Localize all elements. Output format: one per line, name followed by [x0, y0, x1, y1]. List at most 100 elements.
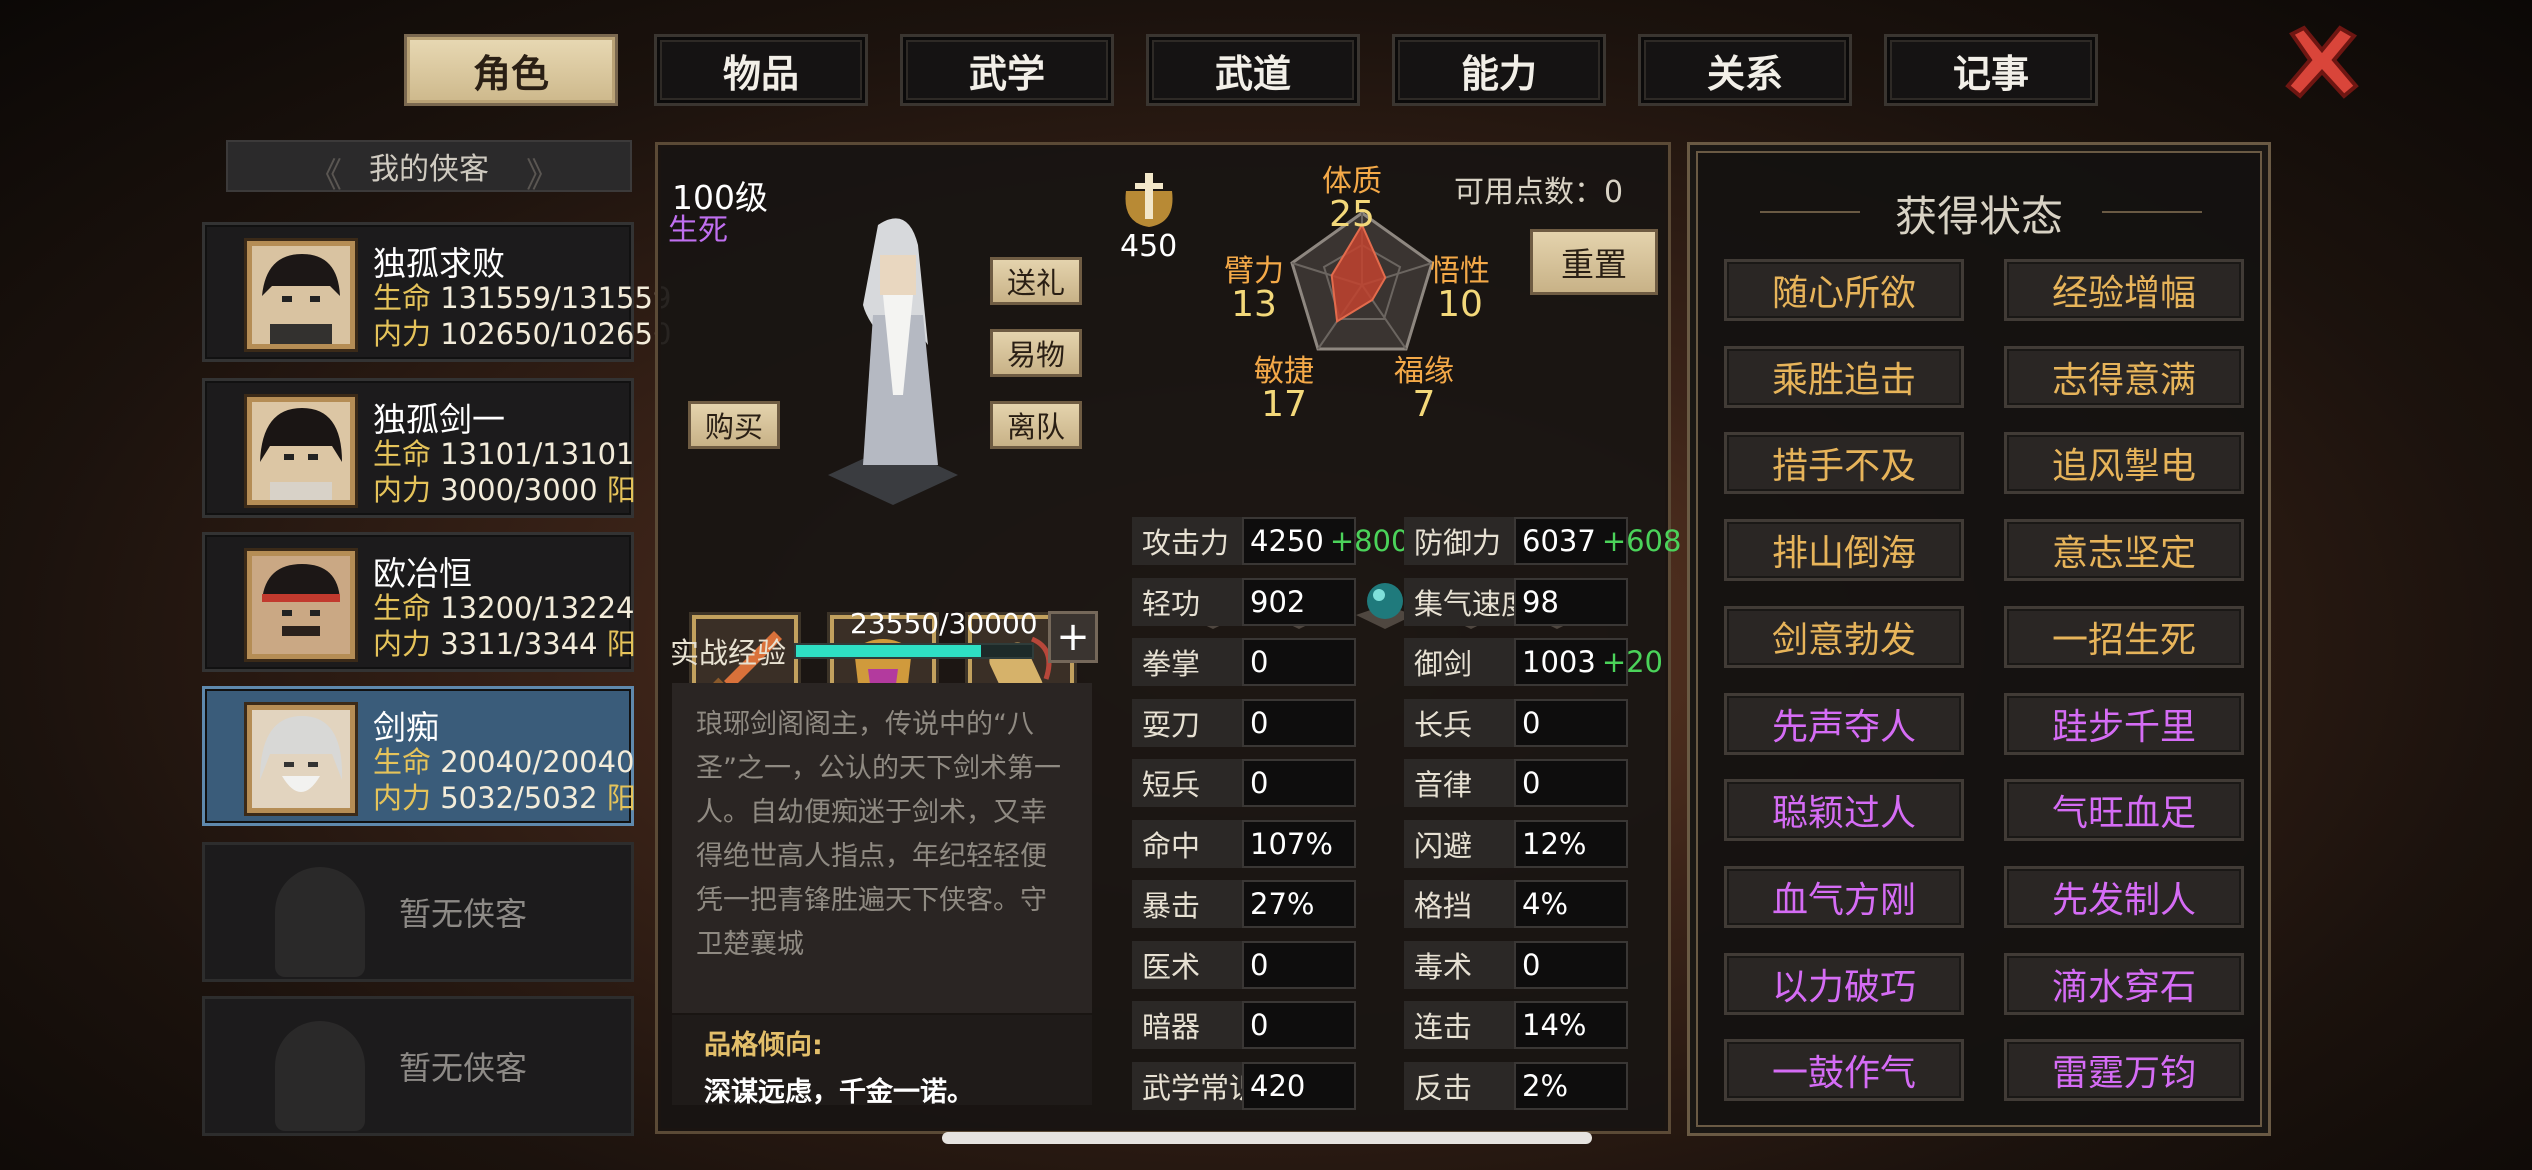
home-indicator: [942, 1132, 1592, 1144]
stat-label: 格挡: [1404, 880, 1514, 928]
tab-character[interactable]: 角色: [404, 34, 618, 106]
stat-label: 毒术: [1404, 940, 1514, 989]
empty-slot[interactable]: 暂无侠客: [202, 996, 634, 1136]
exp-bar-fill: [796, 645, 982, 657]
tab-abilities[interactable]: 能力: [1392, 34, 1606, 106]
buy-button[interactable]: 购买: [688, 401, 780, 449]
status-buff[interactable]: 经验增幅: [2004, 259, 2244, 321]
stat-row: 长兵 0: [1404, 698, 1628, 747]
status-buff[interactable]: 随心所欲: [1724, 259, 1964, 321]
status-buff[interactable]: 先发制人: [2004, 865, 2244, 928]
attr-constitution: 体质 25: [1322, 164, 1382, 235]
stat-row: 医术 0: [1132, 940, 1356, 989]
attr-agility: 敏捷 17: [1254, 354, 1314, 425]
stat-row: 武学常识 420: [1132, 1061, 1356, 1110]
status-title: 获得状态: [1894, 192, 2063, 241]
character-portrait: [828, 218, 958, 505]
stat-value: 420: [1242, 1061, 1356, 1110]
stat-value: 14%: [1514, 1001, 1628, 1049]
status-buff[interactable]: 跬步千里: [2004, 692, 2244, 755]
status-buff[interactable]: 血气方刚: [1724, 865, 1964, 928]
stat-label: 耍刀: [1132, 698, 1242, 747]
stat-row: 集气速度 98: [1404, 577, 1628, 626]
roster-header: 《 我的侠客 》: [226, 140, 632, 196]
stat-label: 长兵: [1404, 698, 1514, 747]
stat-bonus: +800: [1329, 524, 1410, 558]
hero-card[interactable]: 独孤剑一 生命 13101/13101 内力 3000/3000 阳: [202, 378, 636, 518]
empty-slot[interactable]: 暂无侠客: [202, 842, 634, 982]
stat-row: 命中 107%: [1132, 819, 1356, 868]
trait-text: 深谋远虑，千金一诺。: [704, 1077, 974, 1108]
stat-row: 御剑 1003 +20: [1404, 638, 1663, 686]
stat-label: 命中: [1132, 819, 1242, 868]
stat-value: 98: [1514, 577, 1628, 626]
hero-mp: 内力 3000/3000 阳: [373, 473, 636, 507]
reset-button[interactable]: 重置: [1530, 229, 1658, 295]
status-buff[interactable]: 滴水穿石: [2004, 952, 2244, 1015]
tab-martial-arts[interactable]: 武学: [900, 34, 1114, 106]
hero-card-selected[interactable]: 剑痴 生命 20040/20040 内力 5032/5032 阳: [202, 686, 636, 826]
status-buff[interactable]: 气旺血足: [2004, 779, 2244, 842]
stat-row: 拳掌 0: [1132, 638, 1356, 686]
hero-card[interactable]: 独孤求败 生命 131559/131559 内力 102650/102650: [202, 222, 671, 362]
realm: 生死: [668, 213, 728, 248]
stat-value: 0: [1514, 698, 1628, 747]
gift-button[interactable]: 送礼: [990, 257, 1082, 305]
status-buff[interactable]: 措手不及: [1724, 432, 1964, 495]
exp-value: 23550/30000: [850, 607, 1038, 640]
stat-value: 0: [1242, 638, 1356, 686]
status-panel: 获得状态 随心所欲 经验增幅 乘胜追击 志得意满 措手不及 追风掣电 排山倒海 意志坚定 剑意勃…: [1687, 142, 2271, 1136]
attr-luck: 福缘 7: [1394, 354, 1454, 425]
stat-label: 反击: [1404, 1061, 1514, 1110]
status-buff[interactable]: 意志坚定: [2004, 519, 2244, 582]
leave-party-button[interactable]: 离队: [990, 401, 1082, 449]
stat-row: 轻功 902: [1132, 577, 1356, 626]
tab-martial-way[interactable]: 武道: [1146, 34, 1360, 106]
stat-value: 6037 +608: [1514, 517, 1681, 565]
stat-row: 反击 2%: [1404, 1061, 1628, 1110]
stat-label: 御剑: [1404, 638, 1514, 686]
stat-label: 暴击: [1132, 880, 1242, 928]
stat-row: 短兵 0: [1132, 759, 1356, 807]
status-buff[interactable]: 以力破巧: [1724, 952, 1964, 1015]
stat-label: 闪避: [1404, 819, 1514, 868]
close-icon[interactable]: [2282, 22, 2362, 102]
stat-value: 12%: [1514, 819, 1628, 868]
silhouette-icon: [275, 1021, 365, 1131]
stat-row: 音律 0: [1404, 759, 1628, 807]
exp-bar: [794, 643, 1034, 659]
status-buff[interactable]: 剑意勃发: [1724, 605, 1964, 668]
tab-journal[interactable]: 记事: [1884, 34, 2098, 106]
tab-items[interactable]: 物品: [654, 34, 868, 106]
stat-label: 连击: [1404, 1001, 1514, 1049]
status-buff[interactable]: 一招生死: [2004, 605, 2244, 668]
avatar: [247, 705, 355, 813]
attr-strength: 臂力 13: [1224, 254, 1284, 325]
status-buff[interactable]: 先声夺人: [1724, 692, 1964, 755]
status-buff[interactable]: 志得意满: [2004, 345, 2244, 408]
add-exp-button[interactable]: +: [1048, 611, 1098, 663]
hero-card[interactable]: 欧冶恒 生命 13200/13224 内力 3311/3344 阳: [202, 532, 636, 672]
stat-row: 格挡 4%: [1404, 880, 1628, 928]
status-buff[interactable]: 排山倒海: [1724, 519, 1964, 582]
status-buff[interactable]: 雷霆万钧: [2004, 1039, 2244, 1102]
stat-label: 音律: [1404, 759, 1514, 807]
stat-row: 暗器 0: [1132, 1001, 1356, 1049]
trait-label: 品格倾向:: [704, 1030, 823, 1061]
stat-label: 集气速度: [1404, 577, 1530, 626]
avatar: [247, 397, 355, 505]
hero-mp: 内力 102650/102650: [373, 317, 672, 351]
status-buff[interactable]: 乘胜追击: [1724, 345, 1964, 408]
stat-value: 4250 +800: [1242, 517, 1409, 565]
avatar: [247, 551, 355, 659]
status-buff[interactable]: 聪颖过人: [1724, 779, 1964, 842]
silhouette-icon: [275, 867, 365, 977]
stat-row: 攻击力 4250 +800: [1132, 517, 1409, 565]
status-buff[interactable]: 一鼓作气: [1724, 1039, 1964, 1102]
tab-relations[interactable]: 关系: [1638, 34, 1852, 106]
trade-button[interactable]: 易物: [990, 329, 1082, 377]
available-points: 可用点数：0: [1454, 175, 1624, 210]
status-buff[interactable]: 追风掣电: [2004, 432, 2244, 495]
stat-value: 0: [1514, 940, 1628, 989]
stat-row: 防御力 6037 +608: [1404, 517, 1681, 565]
